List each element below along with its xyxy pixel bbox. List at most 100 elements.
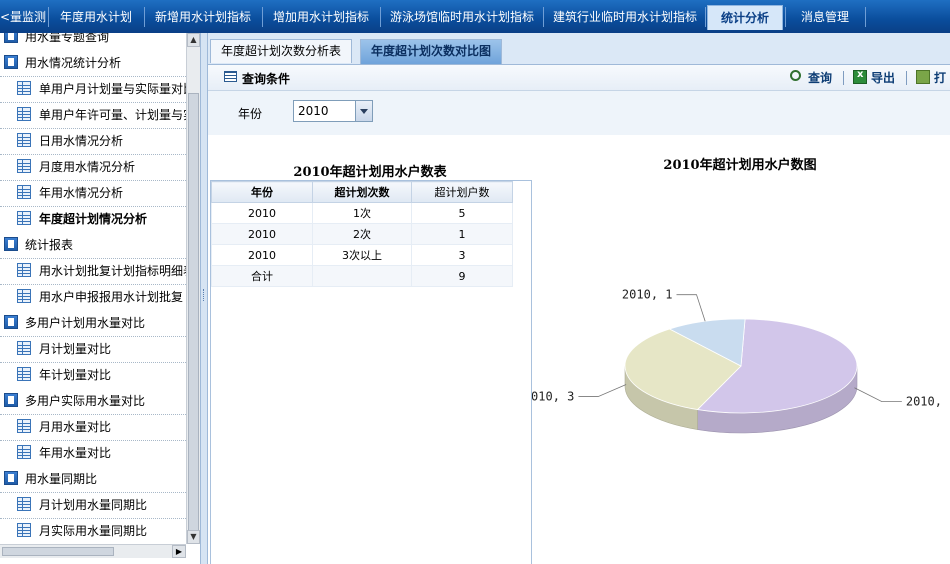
nav-tab-messages[interactable]: 消息管理 — [789, 6, 861, 28]
pie-leader-line — [676, 294, 706, 322]
table-icon — [17, 367, 31, 381]
sidebar-horizontal-scrollbar[interactable]: ▶ — [0, 544, 186, 558]
nav-tab-monitor[interactable]: <量监测 — [0, 6, 46, 28]
nav-divider — [262, 7, 263, 27]
sidebar-group[interactable]: 用水量专题查询 — [0, 33, 186, 51]
print-label: 打 — [934, 71, 947, 85]
sidebar-item[interactable]: 月实际用水量同期比 — [0, 518, 186, 544]
excel-icon — [853, 69, 867, 84]
printer-icon — [916, 70, 930, 84]
nav-divider — [48, 7, 49, 27]
book-icon — [4, 315, 18, 329]
table-icon — [17, 211, 31, 225]
sidebar-item-label: 用水计划批复计划指标明细表 — [39, 264, 186, 278]
table-icon — [17, 185, 31, 199]
print-button[interactable]: 打 — [916, 69, 946, 86]
table-cell-households: 5 — [411, 202, 513, 224]
sidebar-item[interactable]: 年计划量对比 — [0, 362, 186, 389]
scrollbar-thumb[interactable] — [188, 93, 199, 533]
table-cell-year: 2010 — [211, 223, 313, 245]
panel-splitter[interactable] — [201, 33, 208, 564]
table-icon — [17, 497, 31, 511]
sidebar-item[interactable]: 月度用水情况分析 — [0, 154, 186, 181]
sidebar-item[interactable]: 用水计划批复计划指标明细表 — [0, 258, 186, 285]
splitter-grip-icon — [203, 289, 206, 301]
sidebar-item-label: 月用水量对比 — [39, 420, 112, 434]
sidebar-item-label: 统计报表 — [25, 238, 74, 252]
table-title: 2010年超计划用水户数表 — [293, 165, 447, 180]
year-select-value: 2010 — [298, 104, 329, 118]
col-header-households[interactable]: 超计划户数 — [411, 181, 513, 203]
sidebar-item-label: 单用户月计划量与实际量对比 — [39, 82, 186, 96]
search-icon — [790, 70, 801, 81]
table-cell-times — [312, 265, 412, 287]
table-icon — [17, 289, 31, 303]
table-icon — [17, 419, 31, 433]
sidebar-item-label: 用水户申报报用水计划批复 — [39, 290, 184, 304]
sidebar-group[interactable]: 用水量同期比 — [0, 466, 186, 493]
table-icon — [17, 81, 31, 95]
scrollbar-thumb[interactable] — [2, 547, 114, 556]
query-button[interactable]: 查询 — [790, 69, 832, 86]
table-cell-times: 1次 — [312, 202, 412, 224]
sidebar-item-label: 月计划用水量同期比 — [39, 498, 148, 512]
pie-slice-label: 2010, 3 — [532, 389, 574, 403]
nav-tab-pool-plan[interactable]: 游泳场馆临时用水计划指标 — [384, 6, 540, 28]
sidebar-item[interactable]: 年用水情况分析 — [0, 180, 186, 207]
book-icon — [4, 471, 18, 485]
sidebar-item[interactable]: 月计划用水量同期比 — [0, 492, 186, 519]
nav-divider — [144, 7, 145, 27]
sidebar-item[interactable]: 用水户申报报用水计划批复 — [0, 284, 186, 311]
main-panel: 年度超计划次数分析表 年度超计划次数对比图 查询条件 查询 导出 打 年份 20… — [208, 33, 950, 564]
export-button[interactable]: 导出 — [853, 69, 895, 86]
sidebar-item-label: 单用户年许可量、计划量与实 — [39, 108, 186, 122]
nav-tab-increase-plan[interactable]: 增加用水计划指标 — [266, 6, 376, 28]
sidebar-item[interactable]: 年度超计划情况分析 — [0, 206, 186, 233]
list-icon — [224, 71, 237, 82]
sidebar-item-label: 年用水情况分析 — [39, 186, 124, 200]
sidebar-item[interactable]: 年用水量对比 — [0, 440, 186, 467]
pie-chart: 2010, 5 2010, 3 2010, 1 — [532, 288, 950, 434]
sidebar-item-label: 日用水情况分析 — [39, 134, 124, 148]
nav-tab-construction-plan[interactable]: 建筑行业临时用水计划指标 — [547, 6, 703, 28]
toolbar-divider — [843, 71, 844, 85]
tab-comparison-chart[interactable]: 年度超计划次数对比图 — [360, 39, 503, 64]
sidebar-vertical-scrollbar[interactable]: ▲ ▼ — [186, 33, 200, 544]
scroll-up-icon[interactable]: ▲ — [187, 33, 200, 47]
col-header-times[interactable]: 超计划次数 — [312, 181, 412, 203]
query-label: 查询 — [808, 71, 833, 85]
sidebar-item-label: 月实际用水量同期比 — [39, 524, 148, 538]
table-cell-year: 2010 — [211, 202, 313, 224]
sidebar-group[interactable]: 多用户计划用水量对比 — [0, 310, 186, 337]
sidebar-item[interactable]: 月计划量对比 — [0, 336, 186, 363]
book-icon — [4, 33, 18, 43]
year-select[interactable]: 2010 — [293, 100, 373, 122]
table-cell-households: 3 — [411, 244, 513, 266]
table-panel: 年份 超计划次数 超计划户数 2010 1次 5 2010 2次 1 2010 … — [210, 180, 532, 564]
over-plan-table: 年份 超计划次数 超计划户数 2010 1次 5 2010 2次 1 2010 … — [211, 181, 513, 287]
sidebar-item-label: 用水量专题查询 — [25, 33, 110, 44]
scroll-right-icon[interactable]: ▶ — [172, 545, 186, 558]
sidebar-item[interactable]: 日用水情况分析 — [0, 128, 186, 155]
sidebar-group[interactable]: 用水情况统计分析 — [0, 50, 186, 77]
sidebar-item[interactable]: 单用户月计划量与实际量对比 — [0, 76, 186, 103]
table-cell-times: 2次 — [312, 223, 412, 245]
sidebar-item[interactable]: 单用户年许可量、计划量与实 — [0, 102, 186, 129]
pie-slice-label: 2010, 1 — [622, 288, 673, 302]
nav-tab-annual-plan[interactable]: 年度用水计划 — [52, 6, 140, 28]
sidebar-item-label: 月度用水情况分析 — [39, 160, 136, 174]
sidebar-group[interactable]: 统计报表 — [0, 232, 186, 259]
table-header-row: 年份 超计划次数 超计划户数 — [211, 181, 513, 203]
col-header-year[interactable]: 年份 — [211, 181, 313, 203]
nav-tab-new-plan[interactable]: 新增用水计划指标 — [148, 6, 258, 28]
book-icon — [4, 237, 18, 251]
tab-analysis-table[interactable]: 年度超计划次数分析表 — [210, 39, 353, 63]
year-label: 年份 — [238, 107, 263, 121]
chevron-down-icon[interactable] — [355, 101, 372, 121]
table-icon — [17, 133, 31, 147]
scroll-down-icon[interactable]: ▼ — [187, 530, 200, 544]
table-icon — [17, 107, 31, 121]
nav-tab-statistics[interactable]: 统计分析 — [707, 5, 783, 30]
sidebar-group[interactable]: 多用户实际用水量对比 — [0, 388, 186, 415]
sidebar-item[interactable]: 月用水量对比 — [0, 414, 186, 441]
